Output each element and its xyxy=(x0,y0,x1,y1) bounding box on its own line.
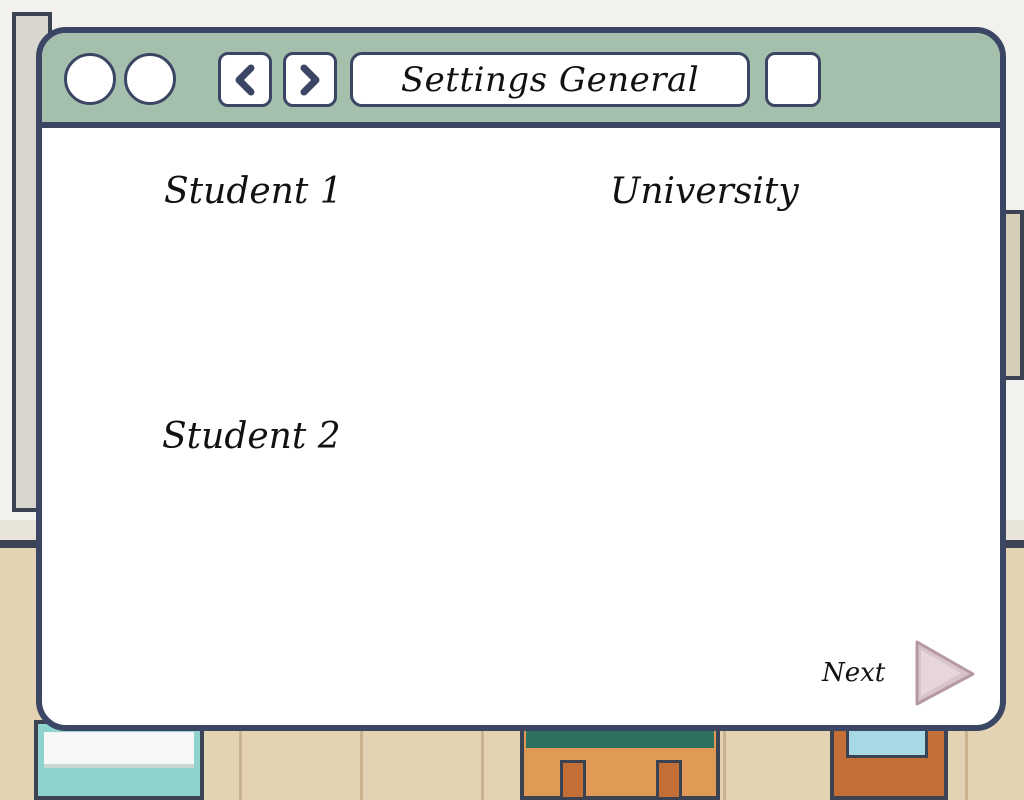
background-desk-leg xyxy=(560,760,586,800)
play-triangle-icon xyxy=(915,640,975,706)
settings-window: Settings General Student 1 University St… xyxy=(36,27,1006,731)
window-circle-button-2[interactable] xyxy=(124,53,176,105)
student1-label: Student 1 xyxy=(164,171,343,212)
address-bar[interactable]: Settings General xyxy=(350,52,750,107)
background-desk-leg xyxy=(656,760,682,800)
university-label: University xyxy=(610,171,799,212)
student2-label: Student 2 xyxy=(162,416,341,457)
window-titlebar: Settings General xyxy=(42,33,1000,128)
back-button[interactable] xyxy=(218,52,272,107)
window-title: Settings General xyxy=(400,59,700,100)
chevron-right-icon xyxy=(300,64,320,95)
background-bed-pillow xyxy=(44,732,194,768)
forward-button[interactable] xyxy=(283,52,337,107)
window-circle-button-1[interactable] xyxy=(64,53,116,105)
chevron-left-icon xyxy=(235,64,255,95)
next-control[interactable]: Next xyxy=(822,638,977,708)
next-button[interactable] xyxy=(911,638,977,708)
window-square-button[interactable] xyxy=(765,52,821,107)
next-label[interactable]: Next xyxy=(822,658,885,688)
